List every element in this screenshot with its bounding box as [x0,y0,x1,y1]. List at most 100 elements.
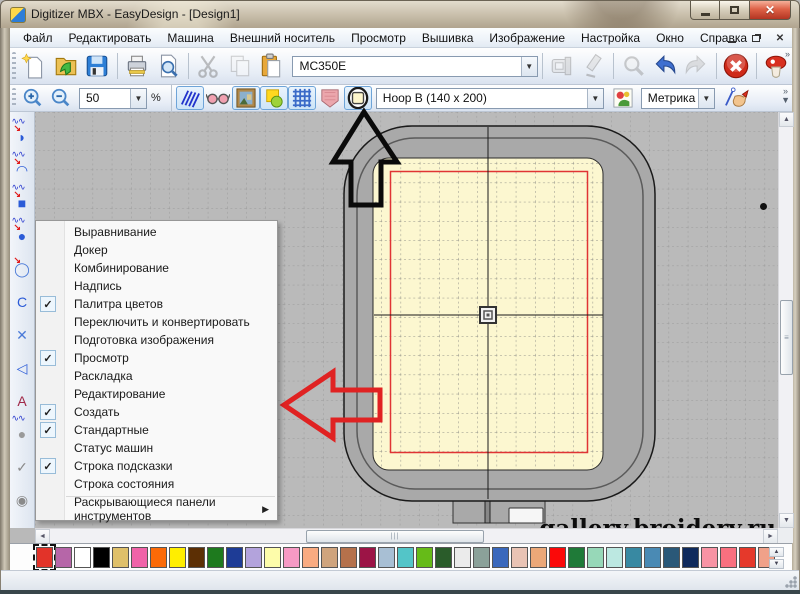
palette-scroll-down-button[interactable]: ▼ [769,559,784,569]
menu-item-1[interactable]: Редактировать [61,29,160,47]
arrow-shape-tool-button[interactable]: ◁ [11,347,34,380]
color-swatch-5[interactable] [131,547,148,568]
check-pen-tool-button[interactable]: ✓ [11,446,34,479]
design-thumbnail-button[interactable] [609,86,637,110]
menu-item-6[interactable]: Изображение [481,29,573,47]
color-swatch-7[interactable] [169,547,186,568]
context-menu-item-7[interactable]: ✓Просмотр [36,349,277,367]
color-swatch-35[interactable] [701,547,718,568]
true-view-toggle[interactable] [204,86,232,110]
toolbar-view-overflow-icon[interactable]: »▼ [781,87,790,105]
redo-button[interactable] [681,50,712,82]
context-menu-item-15[interactable]: Раскрывающиеся панели инструментов▶ [36,500,277,518]
color-swatch-31[interactable] [625,547,642,568]
color-swatch-20[interactable] [416,547,433,568]
color-swatch-1[interactable] [55,547,72,568]
context-menu-item-10[interactable]: ✓Создать [36,403,277,421]
punch-circle-tool-button[interactable]: ∿∿↘● [11,215,34,248]
color-swatch-33[interactable] [663,547,680,568]
arc-tool-button[interactable]: C [11,281,34,314]
color-swatch-12[interactable] [264,547,281,568]
context-menu-item-9[interactable]: Редактирование [36,385,277,403]
context-menu-item-1[interactable]: Докер [36,241,277,259]
color-swatch-0[interactable] [36,547,53,568]
hoop-combo[interactable]: Hoop B (140 x 200) ▼ [376,88,604,109]
zoom-level-dropdown[interactable]: ▼ [130,89,146,108]
color-swatch-34[interactable] [682,547,699,568]
close-button[interactable]: ✕ [749,1,791,20]
send-to-machine-button[interactable] [547,50,578,82]
menu-item-2[interactable]: Машина [159,29,221,47]
color-swatch-37[interactable] [739,547,756,568]
color-swatch-27[interactable] [549,547,566,568]
print-button[interactable] [121,50,152,82]
reshape-pointer-button[interactable] [719,86,753,110]
context-menu-item-13[interactable]: ✓Строка подсказки [36,457,277,475]
color-swatch-6[interactable] [150,547,167,568]
machine-combo[interactable]: MC350E ▼ [292,56,537,77]
color-swatch-28[interactable] [568,547,585,568]
undo-button[interactable] [649,50,680,82]
show-grid-toggle[interactable] [288,86,316,110]
color-swatch-29[interactable] [587,547,604,568]
print-preview-button[interactable] [153,50,184,82]
color-swatch-17[interactable] [359,547,376,568]
color-swatch-8[interactable] [188,547,205,568]
zoom-level-combo[interactable]: 50 ▼ [79,88,147,109]
color-swatch-15[interactable] [321,547,338,568]
menu-item-0[interactable]: Файл [15,29,61,47]
mdi-close-button[interactable]: ✕ [771,31,789,45]
cut-button[interactable] [193,50,224,82]
color-swatch-4[interactable] [112,547,129,568]
menu-item-3[interactable]: Внешний носитель [222,29,343,47]
outline-circle-tool-button[interactable]: ↘◯ [11,248,34,281]
color-swatch-24[interactable] [492,547,509,568]
color-swatch-25[interactable] [511,547,528,568]
menu-item-8[interactable]: Окно [648,29,692,47]
show-stitches-toggle[interactable] [176,86,204,110]
color-swatch-21[interactable] [435,547,452,568]
punch-gray-tool-button[interactable]: ∿∿● [11,413,34,446]
menu-item-7[interactable]: Настройка [573,29,648,47]
scroll-up-arrow[interactable]: ▲ [779,112,794,127]
show-picture-toggle[interactable] [232,86,260,110]
lettering-tool-button[interactable]: A [11,380,34,413]
zoom-in-button[interactable] [19,86,47,110]
context-menu-item-8[interactable]: Раскладка [36,367,277,385]
punch-curve-tool-button[interactable]: ∿∿↘◠ [11,149,34,182]
context-menu-item-11[interactable]: ✓Стандартные [36,421,277,439]
units-combo-dropdown[interactable]: ▼ [698,89,714,108]
vertical-scrollbar[interactable]: ▲ ≡ ▼ [778,112,793,528]
color-swatch-16[interactable] [340,547,357,568]
context-menu-item-4[interactable]: ✓Палитра цветов [36,295,277,313]
maximize-button[interactable] [720,1,749,20]
color-swatch-36[interactable] [720,547,737,568]
zoom-tool-button[interactable] [618,50,649,82]
horizontal-scrollbar-thumb[interactable]: ||| [306,530,484,543]
cross-node-tool-button[interactable]: ✕ [11,314,34,347]
paste-button[interactable] [255,50,286,82]
units-combo[interactable]: Метрика ▼ [641,88,715,109]
minimize-button[interactable] [690,1,720,20]
color-swatch-30[interactable] [606,547,623,568]
context-menu-item-5[interactable]: Переключить и конвертировать [36,313,277,331]
context-menu-item-2[interactable]: Комбинирование [36,259,277,277]
mdi-minimize-button[interactable] [723,31,741,45]
menu-item-5[interactable]: Вышивка [414,29,482,47]
new-design-button[interactable] [19,50,50,82]
punch-crescent-tool-button[interactable]: ∿∿↘◗ [11,116,34,149]
color-swatch-13[interactable] [283,547,300,568]
color-swatch-2[interactable] [74,547,91,568]
scroll-down-arrow[interactable]: ▼ [779,513,794,528]
open-design-button[interactable] [50,50,81,82]
scroll-right-arrow[interactable]: ► [763,529,778,544]
color-swatch-18[interactable] [378,547,395,568]
scroll-left-arrow[interactable]: ◄ [35,529,50,544]
context-menu-item-12[interactable]: Статус машин [36,439,277,457]
show-hoop-template-toggle[interactable] [316,86,344,110]
color-swatch-14[interactable] [302,547,319,568]
punch-square-tool-button[interactable]: ∿∿↘■ [11,182,34,215]
color-swatch-11[interactable] [245,547,262,568]
color-swatch-22[interactable] [454,547,471,568]
close-design-button[interactable] [721,50,752,82]
